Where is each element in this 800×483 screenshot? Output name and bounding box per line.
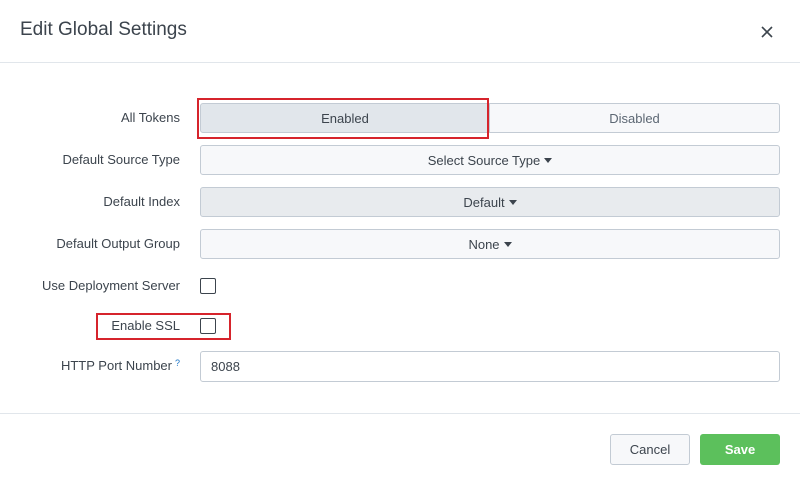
all-tokens-disabled-button[interactable]: Disabled [489, 103, 780, 133]
caret-down-icon [508, 200, 517, 205]
default-source-type-label: Default Source Type [62, 152, 180, 167]
http-port-label: HTTP Port Number? [61, 358, 180, 373]
http-port-input[interactable]: 8088 [200, 351, 780, 382]
default-source-type-value: Select Source Type [427, 152, 541, 168]
http-port-value: 8088 [211, 359, 240, 374]
save-button[interactable]: Save [700, 434, 780, 465]
dialog-title: Edit Global Settings [20, 19, 187, 40]
dialog-header: Edit Global Settings [0, 0, 800, 63]
help-icon[interactable]: ? [175, 358, 180, 368]
default-index-dropdown[interactable]: Default [200, 187, 780, 217]
all-tokens-enabled-button[interactable]: Enabled [200, 103, 490, 133]
default-index-value: Default [463, 194, 505, 210]
default-output-group-value: None [468, 236, 500, 252]
close-icon[interactable] [757, 22, 777, 42]
use-deployment-server-checkbox[interactable] [200, 278, 216, 294]
default-output-group-label: Default Output Group [56, 236, 180, 251]
default-source-type-dropdown[interactable]: Select Source Type [200, 145, 780, 175]
use-deployment-server-label: Use Deployment Server [42, 278, 180, 293]
caret-down-icon [544, 158, 553, 163]
default-output-group-dropdown[interactable]: None [200, 229, 780, 259]
enable-ssl-label: Enable SSL [111, 318, 180, 333]
all-tokens-label: All Tokens [120, 110, 180, 125]
default-index-label: Default Index [103, 194, 180, 209]
cancel-button[interactable]: Cancel [610, 434, 690, 465]
http-port-label-text: HTTP Port Number [60, 358, 172, 373]
enable-ssl-checkbox[interactable] [200, 318, 216, 334]
caret-down-icon [503, 242, 512, 247]
